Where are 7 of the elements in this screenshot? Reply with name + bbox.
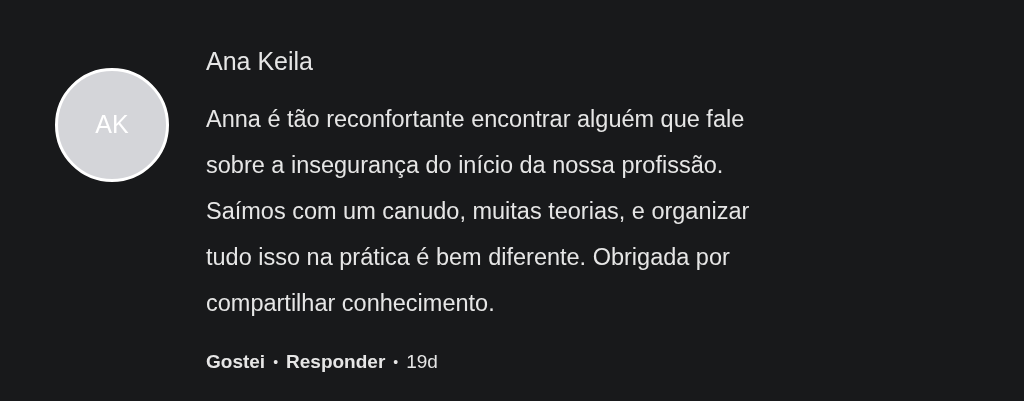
- comment-text: Anna é tão reconfortante encontrar alguém que fale sobre a insegurança do início da nossa profissão. Saímos com um canudo, muitas teorias, e organizar tudo isso na prática é bem diferente. Obrigada por compartilhar conhecimento.: [206, 105, 751, 318]
- author-name: Ana Keila: [206, 46, 315, 77]
- action-link[interactable]: Gostei: [206, 348, 266, 377]
- action-link[interactable]: Responder: [286, 348, 386, 377]
- separator-dot: •: [393, 352, 399, 372]
- separator-dot: •: [273, 352, 279, 372]
- timestamp: 19d: [406, 350, 438, 374]
